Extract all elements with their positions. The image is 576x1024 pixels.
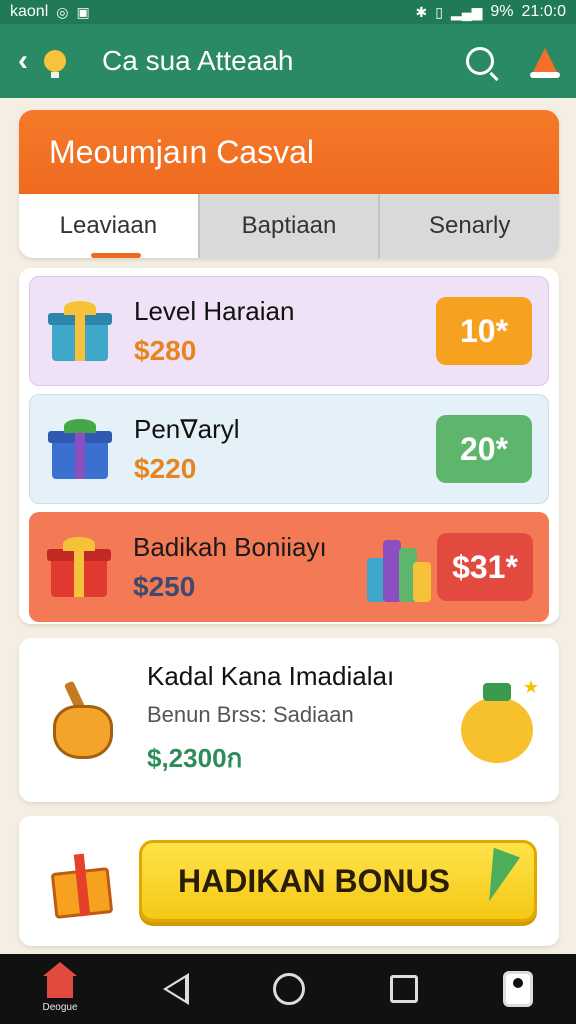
header-title: Meoumjaın Casval xyxy=(19,110,559,194)
bulb-icon xyxy=(44,50,66,78)
reward-item-penaryl[interactable]: Pen∇aryl $220 20* xyxy=(29,394,549,504)
status-bar: kaonl ◎ ▣ ✱ ▯ ▂▄▆ 9% 21:0:0 xyxy=(0,0,576,24)
gift-box-icon xyxy=(47,846,117,919)
reward-title: Level Haraian xyxy=(134,295,295,326)
gift-red-icon xyxy=(47,537,111,597)
info-subtitle: Benun Brss: Sadiaan xyxy=(147,702,354,727)
gift-blue-icon xyxy=(48,301,112,361)
battery-label: 9% xyxy=(490,3,514,20)
navigation-bar: Deogue xyxy=(0,954,576,1024)
nav-home[interactable]: Deogue xyxy=(42,961,78,1013)
cone-icon[interactable] xyxy=(530,48,560,78)
vibrate-icon: ▯ xyxy=(435,3,443,20)
reward-item-level-haraian[interactable]: Level Haraian $280 10* xyxy=(29,276,549,386)
app-title: Ca sua Atteaah xyxy=(102,45,294,76)
honey-pot-icon xyxy=(49,680,117,759)
rewards-list: Level Haraian $280 10* Pen∇aryl $220 20*… xyxy=(19,268,559,624)
reward-item-badikah-boniiay[interactable]: Badikah Boniiayı $250 $31* xyxy=(29,512,549,622)
claim-bonus-button[interactable]: HADIKAN BONUS xyxy=(139,840,537,922)
nav-back[interactable] xyxy=(162,973,189,1005)
carrier-label: kaonl xyxy=(10,3,49,20)
tab-baptiaan[interactable]: Baptiaan xyxy=(197,194,379,258)
reward-title: Badikah Boniiayı xyxy=(133,531,327,562)
nav-profile[interactable] xyxy=(503,971,534,1007)
recents-icon xyxy=(390,975,419,1003)
signal-icon: ▂▄▆ xyxy=(450,3,483,20)
bonus-card: HADIKAN BONUS xyxy=(19,816,559,946)
nav-home-button[interactable] xyxy=(273,973,306,1005)
info-amount: $,2300ก xyxy=(147,743,243,773)
info-title: Kadal Kana Imadialaı xyxy=(147,661,395,691)
notification-icon: ◎ xyxy=(56,3,69,20)
reward-title: Pen∇aryl xyxy=(134,413,240,444)
back-icon[interactable]: ‹ xyxy=(18,44,42,78)
gift-purple-icon xyxy=(48,419,112,479)
party-horn-icon xyxy=(475,847,521,913)
nav-recents[interactable] xyxy=(390,975,419,1003)
header-card: Meoumjaın Casval Leaviaan Baptiaan Senar… xyxy=(19,110,559,258)
info-card[interactable]: Kadal Kana Imadialaı Benun Brss: Sadiaan… xyxy=(19,638,559,802)
home-circle-icon xyxy=(273,973,306,1005)
reward-price: $250 xyxy=(133,570,196,602)
reward-badge[interactable]: 20* xyxy=(436,415,532,483)
time-label: 21:0:0 xyxy=(521,3,566,20)
tab-leaviaan[interactable]: Leaviaan xyxy=(19,194,198,258)
search-icon[interactable] xyxy=(466,47,494,75)
home-icon xyxy=(43,961,77,998)
tab-senarly[interactable]: Senarly xyxy=(378,194,559,258)
app-notification-icon: ▣ xyxy=(76,3,90,20)
app-bar: ‹ Ca sua Atteaah xyxy=(0,24,576,98)
reward-badge[interactable]: 10* xyxy=(436,297,532,365)
reward-badge[interactable]: $31* xyxy=(437,533,533,601)
back-triangle-icon xyxy=(162,973,189,1005)
bonus-button-label: HADIKAN BONUS xyxy=(178,862,450,899)
bluetooth-icon: ✱ xyxy=(415,3,428,20)
coins-icon xyxy=(367,532,431,602)
reward-price: $280 xyxy=(134,334,197,366)
nav-home-label: Deogue xyxy=(42,1001,78,1013)
reward-price: $220 xyxy=(134,452,197,484)
tab-bar: Leaviaan Baptiaan Senarly xyxy=(19,194,559,258)
profile-icon xyxy=(503,971,534,1007)
mascot-icon: ★ xyxy=(455,677,539,763)
